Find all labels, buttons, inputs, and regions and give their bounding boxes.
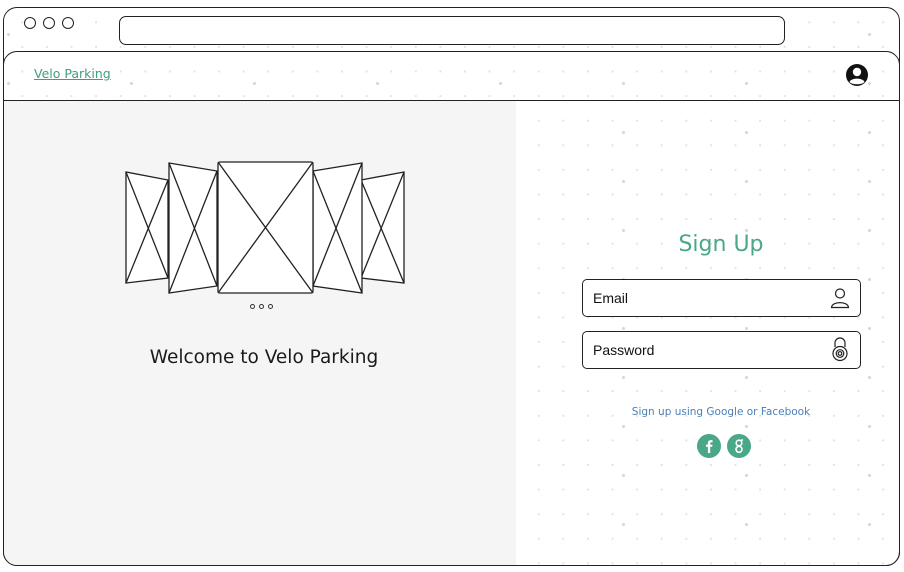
google-icon[interactable] [727,434,751,458]
signup-title: Sign Up [678,232,764,257]
password-input[interactable] [593,332,818,368]
facebook-icon[interactable] [697,434,721,458]
carousel-slide-center [217,161,314,294]
carousel-slide-right [312,162,363,294]
carousel-dot[interactable] [259,304,264,309]
signup-panel: Sign Up Sign up using Google [516,101,899,565]
carousel-dot[interactable] [268,304,273,309]
password-field[interactable] [582,331,861,369]
carousel-slide-far-left [125,171,169,284]
window-controls [24,17,74,29]
carousel-slide-far-right [360,171,405,284]
welcome-panel: Welcome to Velo Parking [4,101,516,565]
account-circle-icon[interactable] [845,63,869,87]
window-minimize-button[interactable] [43,17,55,29]
padlock-icon [830,337,850,362]
window-close-button[interactable] [24,17,36,29]
brand-link[interactable]: Velo Parking [34,66,111,81]
carousel-slide-left [168,162,218,294]
email-input[interactable] [593,280,818,316]
carousel-dots[interactable] [250,304,273,309]
app-frame: Velo Parking Welcome to Velo Parking Sig… [3,51,900,566]
welcome-heading: Welcome to Velo Parking [149,347,379,368]
address-bar[interactable] [119,16,785,45]
social-signup-link[interactable]: Sign up using Google or Facebook [516,406,899,418]
top-nav: Velo Parking [4,52,899,101]
window-maximize-button[interactable] [62,17,74,29]
user-outline-icon [830,287,850,309]
image-carousel[interactable] [122,161,407,296]
email-field[interactable] [582,279,861,317]
carousel-dot[interactable] [250,304,255,309]
